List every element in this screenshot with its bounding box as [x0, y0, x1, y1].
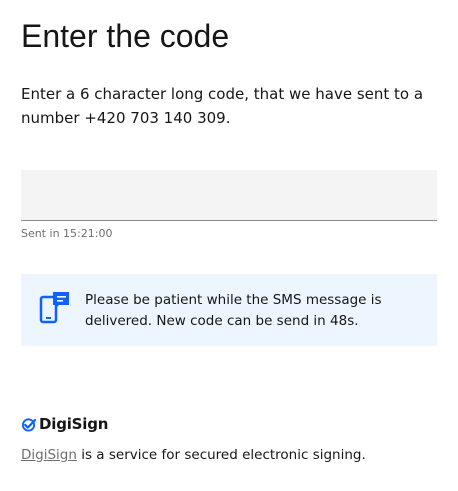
brand-logo: DigiSign: [21, 414, 108, 434]
page-title: Enter the code: [21, 18, 230, 54]
mobile-message-icon: [39, 292, 69, 324]
sms-notice: Please be patient while the SMS message …: [21, 274, 437, 346]
sms-notice-text: Please be patient while the SMS message …: [85, 292, 382, 329]
sent-time-helper: Sent in 15:21:00: [21, 227, 113, 240]
code-input[interactable]: [21, 170, 437, 221]
brand-name: DigiSign: [39, 415, 109, 433]
footer-text: DigiSign is a service for secured electr…: [21, 446, 366, 464]
instructions-text: Enter a 6 character long code, that we h…: [21, 85, 424, 127]
checkmark-icon: [21, 417, 36, 432]
footer-description: is a service for secured electronic sign…: [76, 447, 366, 463]
digisign-link[interactable]: DigiSign: [21, 447, 77, 463]
